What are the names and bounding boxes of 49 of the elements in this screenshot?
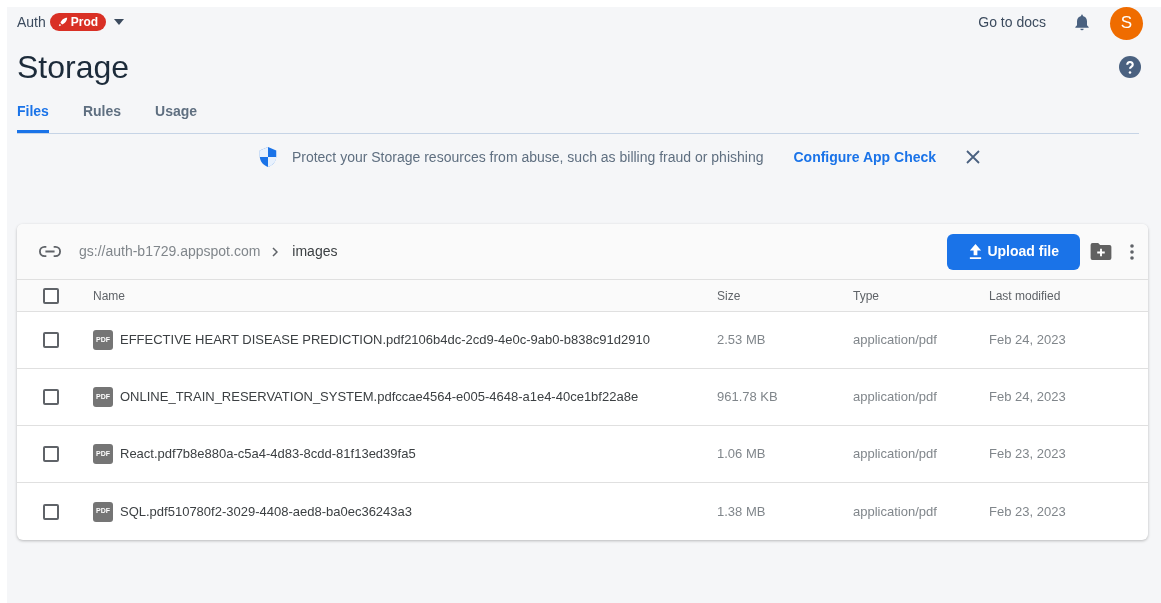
modified-date: Feb 24, 2023 [989, 331, 1067, 350]
file-name[interactable]: EFFECTIVE HEART DISEASE PREDICTION.pdf2106b4dc-2cd9-4e0c-9ab0-b838c91d2910 [120, 330, 650, 350]
checkbox[interactable] [43, 446, 59, 462]
checkbox[interactable] [43, 389, 59, 405]
tab[interactable]: Usage [155, 101, 198, 133]
bucket-path[interactable]: gs://auth-b1729.appspot.com [79, 241, 261, 262]
help-icon[interactable] [1119, 56, 1141, 78]
file-size: 1.38 MB [717, 502, 767, 521]
folder-name: images [292, 242, 338, 261]
file-name[interactable]: React.pdf7b8e880a-c5a4-4d83-8cdd-81f13ed39fa5 [120, 444, 416, 464]
checkbox[interactable] [43, 332, 59, 348]
tab[interactable]: Rules [82, 101, 122, 133]
column-header: Type [853, 287, 880, 305]
upload-file-button[interactable]: Upload file [947, 233, 1080, 270]
more-options-icon[interactable] [1130, 243, 1134, 260]
file-size: 1.06 MB [717, 445, 767, 464]
dropdown-caret-icon[interactable] [114, 19, 125, 25]
docs-link[interactable]: Go to docs [978, 11, 1046, 33]
checkbox[interactable] [43, 503, 59, 520]
rocket-icon [57, 17, 68, 27]
user-avatar[interactable]: S [1110, 6, 1143, 40]
file-name[interactable]: ONLINE_TRAIN_RESERVATION_SYSTEM.pdfccae4564-e005-4648-a1e4-40ce1bf22a8e [120, 387, 639, 407]
modified-date: Feb 23, 2023 [989, 445, 1067, 464]
page-title: Storage [17, 49, 130, 85]
file-size: 2.53 MB [717, 331, 767, 350]
environment-badge: Prod [49, 13, 107, 31]
file-type: application/pdf [853, 331, 938, 350]
configure-link[interactable]: Configure App Check [793, 146, 937, 168]
column-header: Name [93, 287, 126, 305]
chevron-right-icon [272, 246, 279, 257]
file-type: application/pdf [853, 445, 938, 464]
upload-icon [968, 243, 984, 260]
banner-text: Protect your Storage resources from abuse, such as billing fraud or phishing [291, 147, 764, 167]
new-folder-icon[interactable] [1090, 243, 1112, 260]
close-icon[interactable] [966, 150, 981, 164]
link-icon [39, 246, 61, 257]
file-size: 961.78 KB [717, 388, 779, 407]
notification-bell-icon[interactable] [1072, 12, 1092, 32]
tab[interactable]: Files [17, 101, 49, 133]
file-type: application/pdf [853, 388, 938, 407]
column-header: Last modified [989, 287, 1062, 305]
file-type: application/pdf [853, 502, 938, 521]
project-name[interactable]: Auth [17, 11, 46, 33]
modified-date: Feb 23, 2023 [989, 502, 1067, 521]
modified-date: Feb 24, 2023 [989, 388, 1067, 407]
shield-icon [257, 146, 278, 168]
checkbox[interactable] [43, 287, 59, 304]
file-name[interactable]: SQL.pdf510780f2-3029-4408-aed8-ba0ec36243a3 [120, 501, 413, 522]
column-header: Size [717, 287, 742, 305]
